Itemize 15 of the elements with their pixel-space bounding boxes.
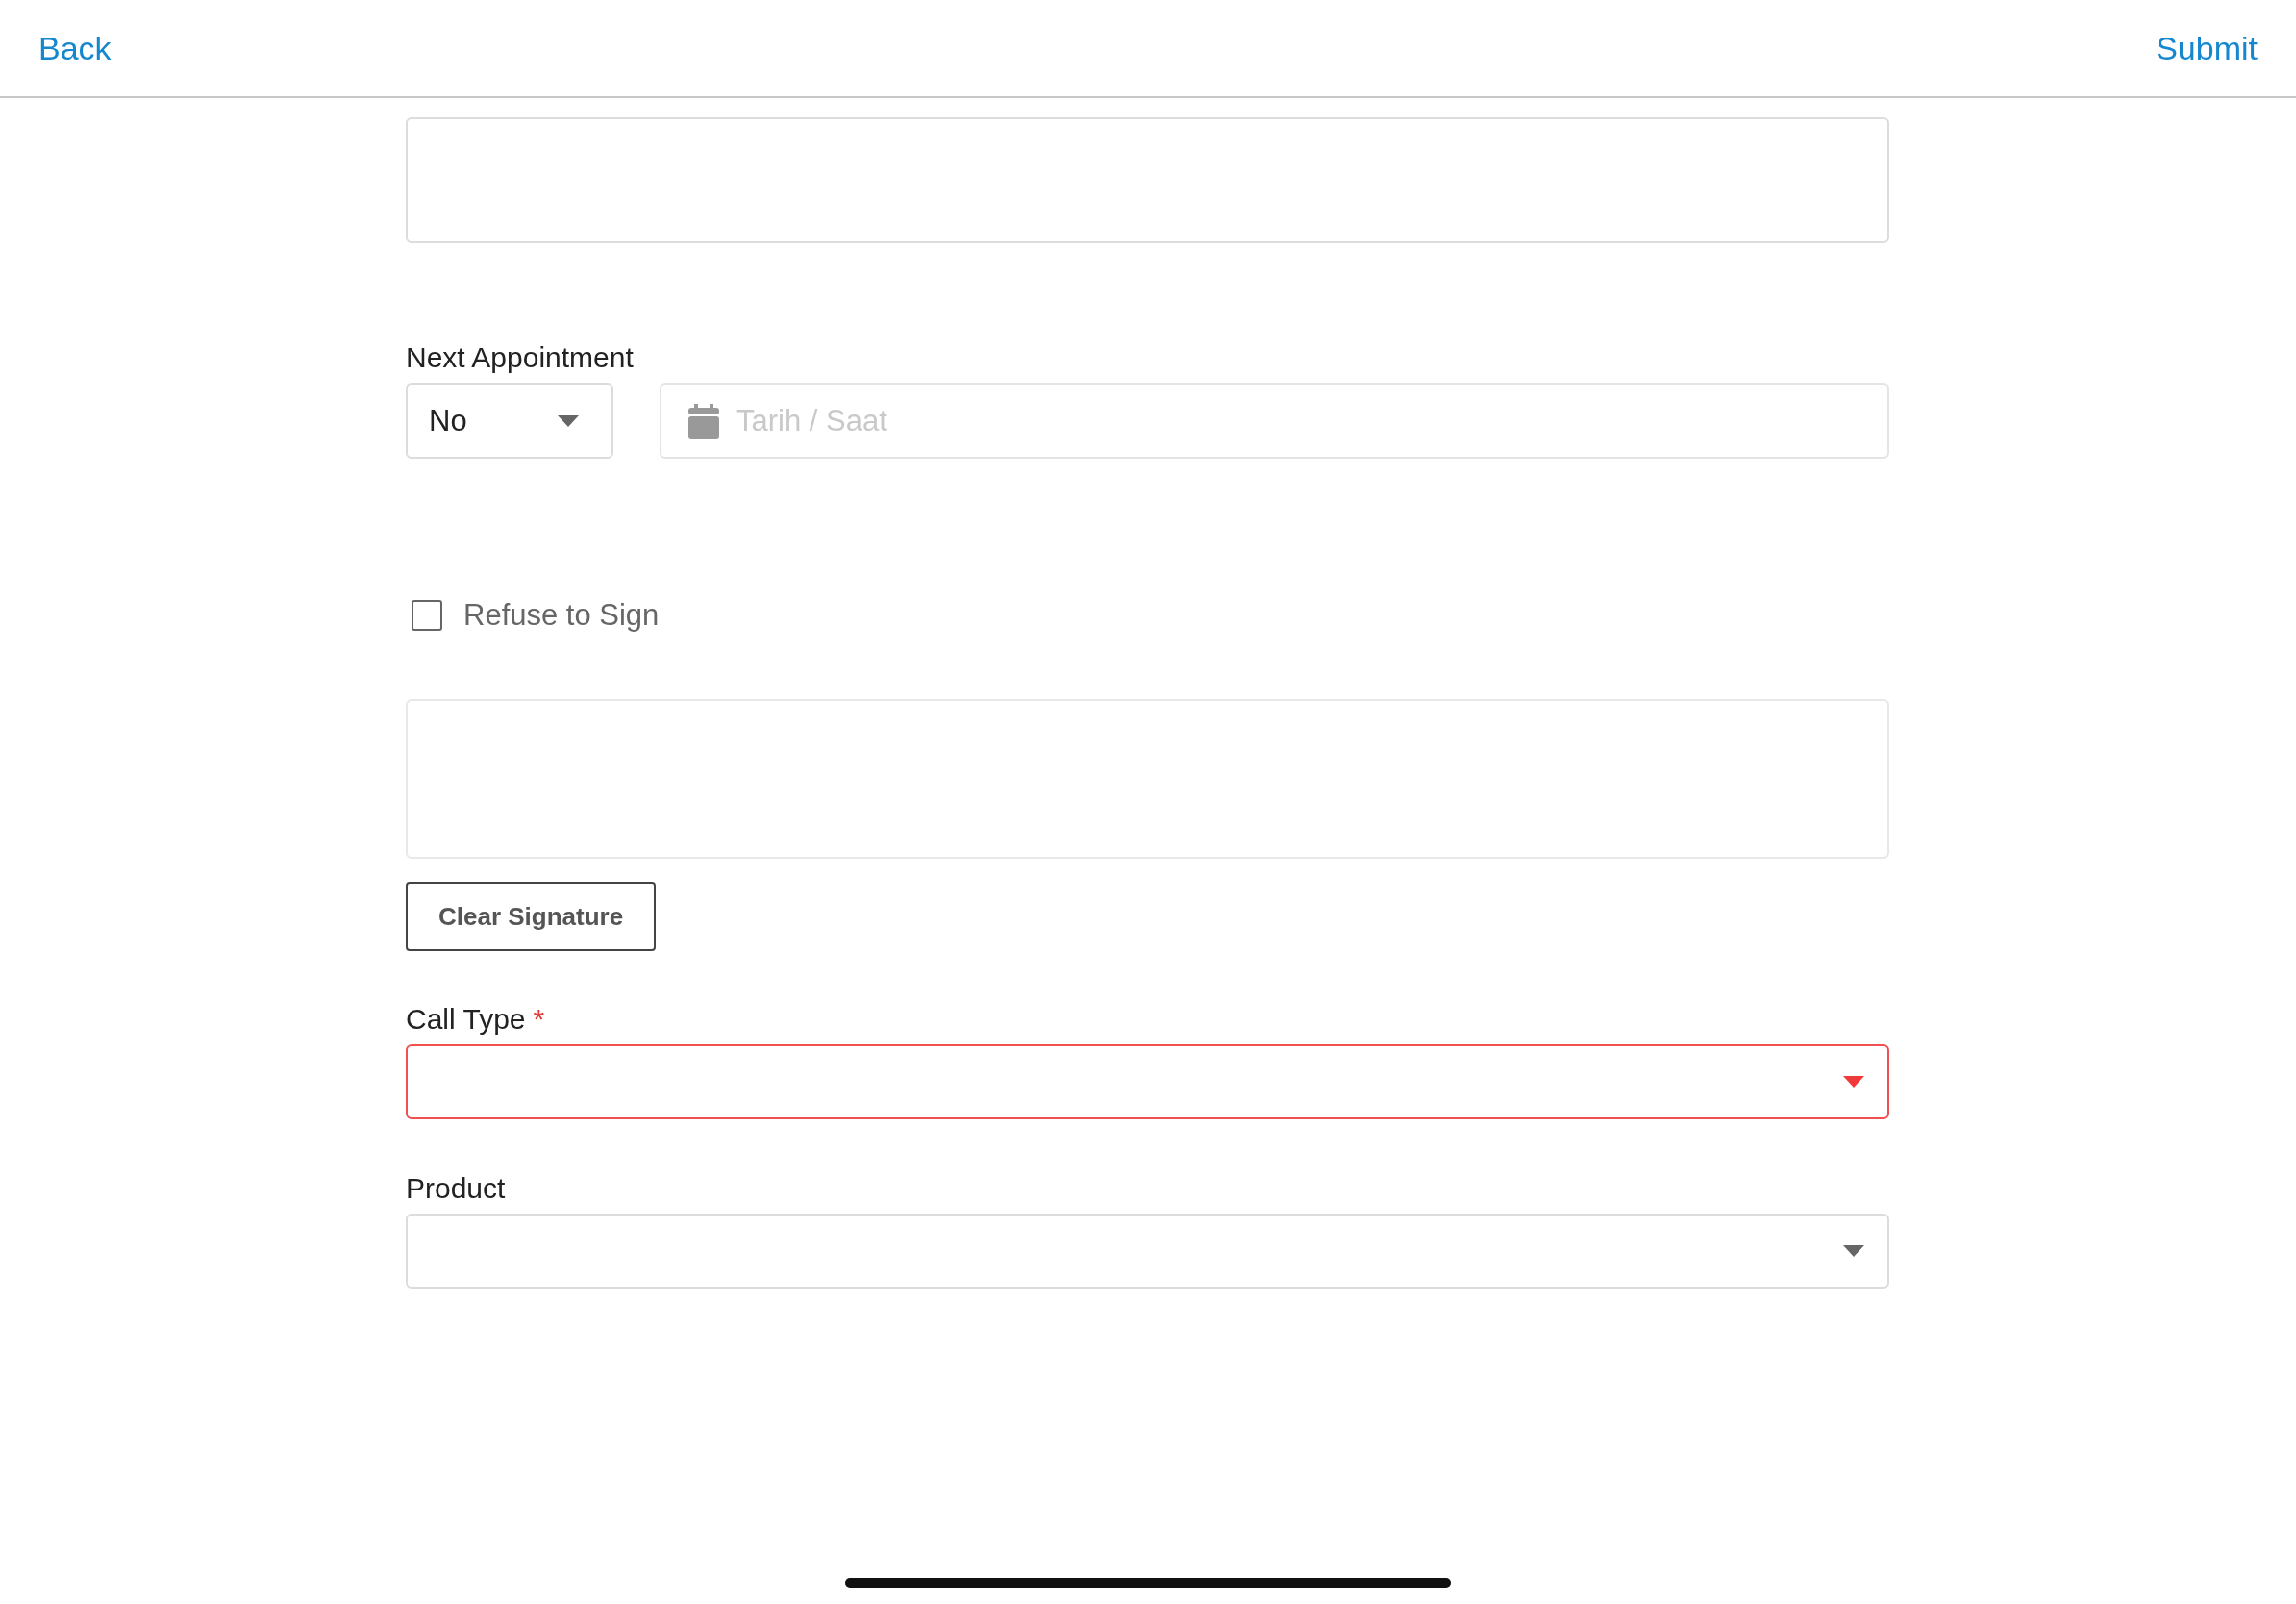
- checkbox[interactable]: [412, 600, 442, 631]
- notes-field[interactable]: [406, 117, 1889, 243]
- select-field[interactable]: [406, 1044, 1889, 1119]
- calendar-icon: [688, 403, 719, 439]
- field-label: Product: [406, 1171, 507, 1206]
- caret-icon: [1843, 1245, 1864, 1257]
- select-field[interactable]: No: [406, 383, 613, 459]
- clear-signature-button[interactable]: Clear Signature: [406, 882, 657, 951]
- field-label: Next Appointment: [406, 340, 635, 375]
- submit-link[interactable]: Submit: [2156, 29, 2258, 67]
- field-label: Call Type *: [406, 1002, 546, 1037]
- caret-icon: [558, 414, 579, 427]
- back-link[interactable]: Back: [38, 29, 112, 67]
- caret-icon: [1843, 1076, 1864, 1088]
- checkbox-label: Refuse to Sign: [463, 598, 660, 633]
